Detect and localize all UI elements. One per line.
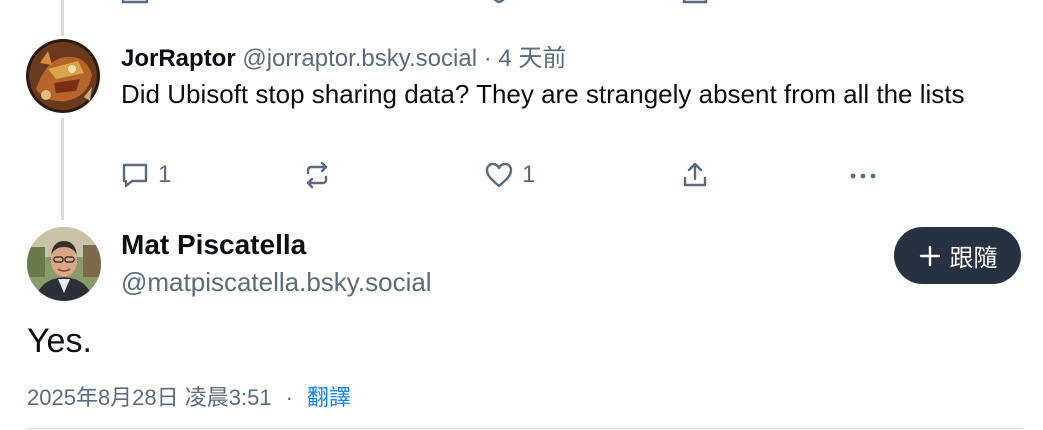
like-button[interactable]: 1 <box>484 158 535 192</box>
post-meta-row: 2025年8月28日 凌晨3:51 · 翻譯 <box>27 380 351 412</box>
repost-icon <box>306 161 328 189</box>
repost-button[interactable] <box>302 158 332 192</box>
reply-button[interactable]: 1 <box>120 158 171 192</box>
thread-line-top <box>61 0 64 36</box>
reply-text: Did Ubisoft stop sharing data? They are … <box>121 79 965 109</box>
reply-author-name[interactable]: JorRaptor <box>121 45 236 72</box>
reply-bubble-icon[interactable] <box>120 0 150 6</box>
divider <box>27 428 1022 429</box>
post-author-handle[interactable]: @matpiscatella.bsky.social <box>121 267 432 298</box>
reply-actions: 1 1 <box>0 158 1043 192</box>
heart-icon[interactable] <box>484 0 514 6</box>
reply-count: 1 <box>158 161 172 188</box>
repost-icon[interactable] <box>302 0 332 6</box>
reply-author-handle[interactable]: @jorraptor.bsky.social <box>242 45 477 72</box>
share-button[interactable] <box>680 158 710 192</box>
reply-separator: · <box>477 45 499 72</box>
share-icon[interactable] <box>680 0 710 6</box>
follow-button[interactable]: 跟隨 <box>894 227 1021 284</box>
translate-link[interactable]: 翻譯 <box>307 385 351 410</box>
reply-bubble-icon <box>122 163 148 188</box>
post-author-name[interactable]: Mat Piscatella <box>121 229 306 261</box>
more-dots-icon <box>850 173 876 179</box>
avatar-matpiscatella[interactable] <box>27 227 101 301</box>
meta-separator: · <box>285 385 293 410</box>
share-icon <box>683 162 707 187</box>
reply-header: JorRaptor @jorraptor.bsky.social · 4 天前 <box>121 38 566 73</box>
reply-time[interactable]: 4 天前 <box>498 45 566 72</box>
heart-icon <box>485 162 513 188</box>
follow-button-label: 跟隨 <box>949 245 998 272</box>
like-count: 1 <box>522 161 536 188</box>
avatar-jorraptor[interactable] <box>26 39 100 113</box>
post-text: Yes. <box>27 322 92 360</box>
post-timestamp[interactable]: 2025年8月28日 凌晨3:51 <box>27 385 272 410</box>
more-options-button[interactable] <box>848 158 878 192</box>
plus-icon <box>919 245 940 266</box>
